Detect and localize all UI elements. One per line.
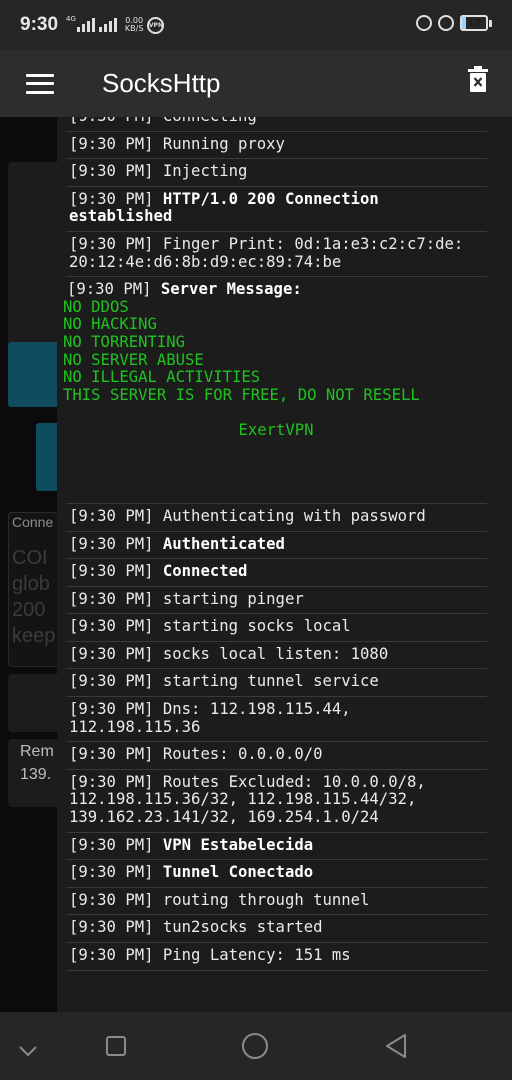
log-text: Connected xyxy=(162,562,248,581)
log-entry: [9:30 PM] starting socks local xyxy=(67,614,487,642)
log-entry: [9:30 PM] Authenticated xyxy=(67,532,487,560)
server-message-line: THIS SERVER IS FOR FREE, DO NOT RESELL xyxy=(63,385,420,404)
log-entry: [9:30 PM] Server Message: NO DDOS NO HACKI… xyxy=(63,277,487,504)
log-text: Authenticated xyxy=(162,534,285,553)
log-timestamp: [9:30 PM] xyxy=(69,835,154,854)
log-text: Authenticating with password xyxy=(162,506,426,525)
log-timestamp: [9:30 PM] xyxy=(69,562,154,581)
faint-line: 200 xyxy=(12,599,46,621)
log-text: starting socks local xyxy=(162,617,351,636)
log-text: Running proxy xyxy=(162,134,285,153)
log-entry: [9:30 PM] Ping Latency: 151 ms xyxy=(67,943,487,971)
signal-icon xyxy=(76,18,95,32)
log-entry: [9:30 PM] VPN Estabelecida xyxy=(67,833,487,861)
navigation-bar xyxy=(0,1012,512,1080)
server-message-line: NO ILLEGAL ACTIVITIES xyxy=(63,368,261,387)
log-entry: [9:30 PM] Routes Excluded: 10.0.0.0/8, 1… xyxy=(67,770,487,833)
status-time: 9:30 xyxy=(20,14,59,35)
network-speed: 0.00 KB/S xyxy=(125,17,144,33)
log-timestamp: [9:30 PM] xyxy=(69,617,154,636)
log-text: Server Message: xyxy=(160,280,302,299)
faint-line: keep xyxy=(12,625,56,647)
battery-icon: 17 xyxy=(460,15,492,31)
log-entry: [9:30 PM] socks local listen: 1080 xyxy=(67,642,487,670)
log-timestamp: [9:30 PM] xyxy=(69,918,154,937)
trash-icon[interactable] xyxy=(468,66,488,92)
log-entry: [9:30 PM] Finger Print: 0d:1a:e3:c2:c7:d… xyxy=(67,232,487,278)
log-timestamp: [9:30 PM] xyxy=(69,672,154,691)
log-entry: [9:30 PM] starting pinger xyxy=(67,587,487,615)
remote-value: 139. xyxy=(20,766,52,783)
log-timestamp: [9:30 PM] xyxy=(69,117,154,125)
server-message: NO DDOS NO HACKING NO TORRENTING NO SERVER … xyxy=(63,297,485,405)
faint-line: glob xyxy=(12,573,50,595)
vpn-label: VPN xyxy=(148,21,163,29)
log-entry: [9:30 PM] Dns: 112.198.115.44, 112.198.1… xyxy=(67,697,487,743)
log-entry: [9:30 PM] Injecting xyxy=(67,159,487,187)
alarm-icon xyxy=(438,15,454,31)
log-timestamp: [9:30 PM] xyxy=(69,700,154,719)
signal-icon-2 xyxy=(98,18,117,32)
log-timestamp: [9:30 PM] xyxy=(69,745,154,764)
connection-card-text: COI glob 200 keep xyxy=(12,545,55,649)
speed-unit: KB/S xyxy=(124,24,144,33)
server-message-line: NO SERVER ABUSE xyxy=(63,350,204,369)
log-list: [9:30 PM] Connecting[9:30 PM] Running pr… xyxy=(63,117,512,971)
faint-line: COI xyxy=(12,547,48,569)
log-text: Connecting xyxy=(163,117,257,125)
log-timestamp: [9:30 PM] xyxy=(67,280,152,299)
log-text: Ping Latency: 151 ms xyxy=(162,946,351,964)
server-message-footer: ExertVPN xyxy=(238,421,314,440)
log-timestamp: [9:30 PM] xyxy=(69,234,154,253)
log-timestamp: [9:30 PM] xyxy=(69,589,154,608)
log-timestamp: [9:30 PM] xyxy=(69,189,154,208)
vpn-key-icon: VPN xyxy=(147,16,165,34)
chevron-down-icon[interactable] xyxy=(18,1042,38,1061)
log-text: routing through tunnel xyxy=(162,890,370,909)
log-entry: [9:30 PM] HTTP/1.0 200 Connection establ… xyxy=(67,187,487,232)
log-panel[interactable]: [9:30 PM] Connecting[9:30 PM] Running pr… xyxy=(57,117,512,1012)
log-timestamp: [9:30 PM] xyxy=(69,162,154,181)
log-text: tun2socks started xyxy=(162,918,323,937)
log-entry: [9:30 PM] tun2socks started xyxy=(67,915,487,943)
log-text: starting pinger xyxy=(162,589,304,608)
log-text: Routes: 0.0.0.0/0 xyxy=(162,745,323,764)
log-timestamp: [9:30 PM] xyxy=(69,863,154,882)
log-timestamp: [9:30 PM] xyxy=(69,946,154,964)
log-timestamp: [9:30 PM] xyxy=(69,644,154,663)
log-timestamp: [9:30 PM] xyxy=(69,134,154,153)
log-entry: [9:30 PM] Authenticating with password xyxy=(67,504,487,532)
circle-home-icon[interactable] xyxy=(241,1032,269,1064)
square-recents-icon[interactable] xyxy=(105,1035,127,1061)
connection-card-label: Conne xyxy=(12,514,54,530)
log-text: Injecting xyxy=(162,162,248,181)
triangle-back-icon[interactable] xyxy=(384,1033,408,1063)
lock-icon xyxy=(416,15,432,31)
log-timestamp: [9:30 PM] xyxy=(69,772,154,791)
log-entry: [9:30 PM] starting tunnel service xyxy=(67,669,487,698)
log-text: starting tunnel service xyxy=(162,672,379,691)
app-title: SocksHttp xyxy=(102,68,221,98)
log-entry: [9:30 PM] Routes: 0.0.0.0/0 xyxy=(67,742,487,770)
server-message-line: NO TORRENTING xyxy=(63,332,186,351)
log-entry: [9:30 PM] Connecting xyxy=(67,117,487,132)
log-text: VPN Estabelecida xyxy=(162,835,314,854)
log-entry: [9:30 PM] Connected xyxy=(67,559,487,587)
log-timestamp: [9:30 PM] xyxy=(69,890,154,909)
log-text: socks local listen: 1080 xyxy=(162,644,389,663)
network-type: 4G xyxy=(66,15,76,23)
log-timestamp: [9:30 PM] xyxy=(69,534,154,553)
app-bar: SocksHttp xyxy=(0,50,512,117)
log-timestamp: [9:30 PM] xyxy=(69,506,154,525)
remote-label: Rem xyxy=(20,743,54,760)
log-entry: [9:30 PM] Tunnel Conectado xyxy=(67,860,487,888)
log-entry: [9:30 PM] Running proxy xyxy=(67,132,487,160)
server-message-line: NO HACKING xyxy=(63,315,157,334)
log-entry: [9:30 PM] routing through tunnel xyxy=(67,888,487,916)
server-message-line: NO DDOS xyxy=(63,297,129,316)
battery-level: 17 xyxy=(467,17,481,29)
status-bar: 9:30 4G 0.00 KB/S VPN 17 xyxy=(0,0,512,50)
log-text: Tunnel Conectado xyxy=(162,863,314,882)
hamburger-menu-icon[interactable] xyxy=(26,73,54,94)
